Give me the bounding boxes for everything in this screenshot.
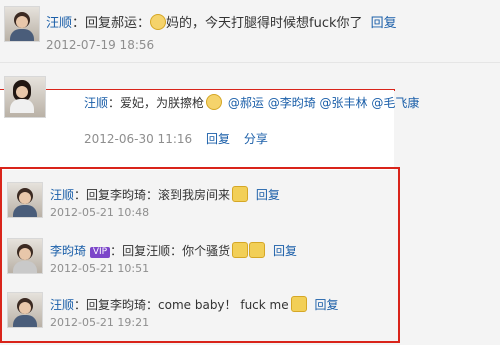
mention-link[interactable]: @张丰林 xyxy=(320,96,368,110)
comment-content: 汪顺：回复郝运： 妈的，今天打腿得时候想fuck你了 回复 xyxy=(46,12,397,31)
comment-item: 汪顺：回复郝运： 妈的，今天打腿得时候想fuck你了 回复 2012-07-19 … xyxy=(0,0,500,62)
reply-link[interactable]: 回复 xyxy=(256,188,280,202)
mention-link[interactable]: @李昀琦 xyxy=(268,96,316,110)
comment-time: 2012-05-21 10:48 xyxy=(50,206,150,219)
comment-time: 2012-05-21 19:21 xyxy=(50,316,150,329)
comment-author[interactable]: 汪顺 xyxy=(50,188,74,202)
comment-item: 汪顺：爱妃，为朕擦枪 @郝运 @李昀琦 @张丰林 @毛飞康 2012-06-30… xyxy=(0,72,500,162)
avatar-body xyxy=(13,261,37,273)
avatar-body xyxy=(13,205,37,217)
share-link[interactable]: 分享 xyxy=(244,132,268,146)
mention-link[interactable]: @毛飞康 xyxy=(371,96,419,110)
reply-link[interactable]: 回复 xyxy=(206,132,230,146)
comment-author[interactable]: 汪顺 xyxy=(46,16,72,31)
emoticon-icon xyxy=(206,94,223,110)
reply-link[interactable]: 回复 xyxy=(371,16,397,31)
avatar-face xyxy=(19,302,31,314)
reply-link[interactable]: 回复 xyxy=(273,244,297,258)
avatar-body xyxy=(10,99,34,113)
comment-text: ：爱妃，为朕擦枪 xyxy=(108,96,205,110)
emoticon-icon xyxy=(232,186,249,202)
comment-text: ：回复郝运： xyxy=(72,16,151,31)
avatar[interactable] xyxy=(4,6,40,42)
comment-item: 汪顺：回复李昀琦：滚到我房间来 回复 2012-05-21 10:48 xyxy=(0,178,500,228)
comment-time: 2012-06-30 11:16 xyxy=(84,132,193,146)
comment-time: 2012-07-19 18:56 xyxy=(46,38,155,52)
comment-time: 2012-05-21 10:51 xyxy=(50,262,150,275)
avatar[interactable] xyxy=(7,182,43,218)
comment-author[interactable]: 李昀琦 xyxy=(50,244,86,258)
comment-item: 汪顺：回复李昀琦：come baby！ fuck me 回复 2012-05-2… xyxy=(0,288,500,338)
avatar-face xyxy=(16,86,28,98)
comment-author[interactable]: 汪顺 xyxy=(84,96,108,110)
emoticon-icon xyxy=(150,14,167,30)
avatar-face xyxy=(16,16,28,28)
avatar-body xyxy=(13,315,37,327)
comment-text: ：回复李昀琦：come baby！ fuck me xyxy=(74,298,289,312)
avatar[interactable] xyxy=(4,76,46,118)
divider xyxy=(0,62,500,63)
comment-item: 李昀琦 VIP ：回复汪顺：你个骚货 回复 2012-05-21 10:51 xyxy=(0,234,500,284)
avatar-face xyxy=(19,192,31,204)
avatar[interactable] xyxy=(7,238,43,274)
vip-badge: VIP xyxy=(89,247,111,258)
comment-text: ：回复李昀琦：滚到我房间来 xyxy=(74,188,231,202)
comment-content: 汪顺：回复李昀琦：come baby！ fuck me 回复 xyxy=(50,296,338,313)
avatar-body xyxy=(10,29,34,41)
comment-author[interactable]: 汪顺 xyxy=(50,298,74,312)
comment-content: 李昀琦 VIP ：回复汪顺：你个骚货 回复 xyxy=(50,242,297,259)
comment-content: 汪顺：爱妃，为朕擦枪 @郝运 @李昀琦 @张丰林 @毛飞康 xyxy=(84,94,419,111)
avatar[interactable] xyxy=(7,292,43,328)
comment-text: 妈的，今天打腿得时候想fuck你了 xyxy=(166,16,363,31)
mention-link[interactable]: @郝运 xyxy=(228,96,264,110)
reply-link[interactable]: 回复 xyxy=(314,298,338,312)
emoticon-icon xyxy=(290,296,307,312)
emoticon-icon xyxy=(232,242,249,258)
emoticon-icon xyxy=(249,242,266,258)
comment-text: ：回复汪顺：你个骚货 xyxy=(110,244,231,258)
avatar-face xyxy=(19,248,31,260)
comment-meta: 2012-06-30 11:16 回复 分享 xyxy=(84,130,268,147)
comment-content: 汪顺：回复李昀琦：滚到我房间来 回复 xyxy=(50,186,280,203)
